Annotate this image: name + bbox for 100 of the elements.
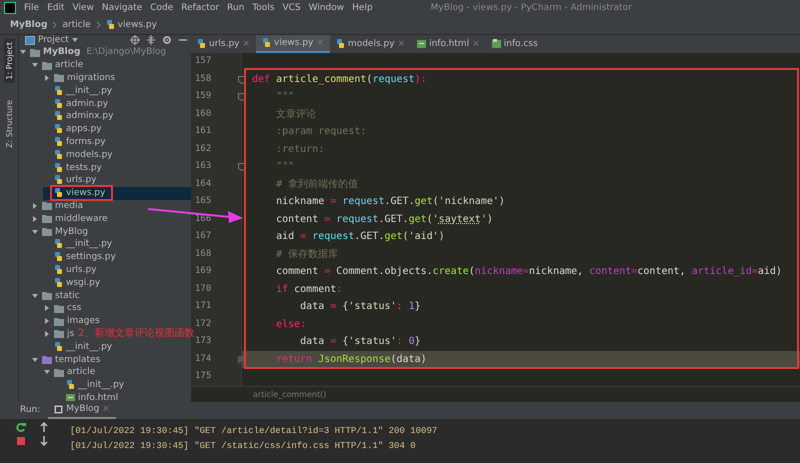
code-line: aid = request.GET.get('aid') — [275, 230, 446, 244]
up-arrow-icon — [40, 422, 48, 432]
editor-tab[interactable]: urls.py × — [191, 35, 256, 53]
tree-item[interactable]: __init__.py — [43, 84, 112, 98]
menu-item[interactable]: VCS — [282, 2, 301, 12]
tree-item[interactable]: __init__.py — [43, 340, 112, 354]
tree-item[interactable]: article — [31, 58, 84, 72]
python-file-icon — [54, 278, 63, 288]
tree-item[interactable]: tests.py — [43, 161, 102, 174]
python-file-icon — [54, 136, 63, 147]
tree-item[interactable]: article — [43, 366, 96, 379]
code-breadcrumb[interactable]: article_comment() — [191, 386, 800, 402]
menu-item[interactable]: Code — [150, 2, 174, 12]
css-file-icon — [492, 39, 501, 49]
menu-item[interactable]: Edit — [47, 2, 64, 12]
tree-item[interactable]: admin.py — [43, 97, 108, 110]
python-file-icon — [106, 20, 115, 30]
code-line: # 拿到前端传的值 — [275, 178, 360, 192]
python-file-icon — [336, 39, 345, 49]
python-file-icon — [54, 162, 63, 173]
target-icon — [130, 35, 140, 45]
menu-item[interactable]: Help — [352, 2, 373, 12]
annotation-text: 2、新增文章评论视图函数 — [78, 328, 194, 340]
code-line: else: — [275, 318, 308, 332]
line-number: 170 — [195, 284, 212, 294]
log-line: [01/Jul/2022 19:30:45] "GET /article/detail?id=3 HTTP/1.1" 200 10097 — [70, 425, 438, 438]
line-number: 158 — [195, 74, 212, 84]
code-line: data = {'status': 0} — [299, 335, 422, 349]
menu-item[interactable]: Tools — [252, 2, 274, 12]
python-file-icon — [66, 380, 75, 390]
code-line: content = request.GET.get('saytext') — [275, 212, 494, 226]
python-file-icon — [54, 150, 63, 160]
python-file-icon — [54, 239, 63, 250]
caret-icon — [72, 38, 78, 42]
stop-icon — [16, 436, 26, 446]
editor-tab[interactable]: info.css — [486, 35, 544, 53]
tree-item[interactable]: js — [43, 328, 74, 340]
code-line: comment = Comment.objects.create(nickname=nickname, content=content, article_id=aid) — [275, 265, 783, 279]
line-number: 162 — [195, 144, 212, 154]
tree-item[interactable]: urls.py — [43, 264, 96, 276]
python-file-icon — [54, 124, 63, 134]
menu-item[interactable]: Window — [308, 2, 344, 12]
tree-item[interactable]: middleware — [31, 212, 108, 226]
editor-tab[interactable]: info.html × — [411, 35, 486, 53]
code-line: 文章评论 — [275, 108, 318, 122]
tree-item[interactable]: media — [31, 200, 84, 212]
line-number: 169 — [195, 266, 212, 276]
line-number: 167 — [195, 231, 212, 241]
code-line: def article_comment(request): — [252, 72, 428, 86]
python-file-icon — [54, 342, 63, 352]
tree-item[interactable]: MyBlog — [31, 225, 88, 238]
log-line: [01/Jul/2022 19:30:45] "GET /static/css/info.css HTTP/1.1" 304 0 — [70, 440, 417, 453]
tree-item[interactable]: apps.py — [43, 122, 102, 136]
rerun-icon — [16, 422, 26, 432]
tree-item[interactable]: templates — [31, 353, 100, 366]
tree-item[interactable]: info.html — [55, 392, 118, 401]
code-line: if comment: — [275, 282, 344, 296]
code-line: data = {'status': 1} — [299, 300, 422, 314]
python-file-icon — [54, 111, 63, 122]
down-arrow-icon — [40, 436, 48, 446]
breadcrumb-item[interactable]: MyBlog — [10, 20, 48, 30]
tree-item[interactable]: views.py — [43, 186, 191, 200]
tree-item[interactable]: forms.py — [43, 136, 106, 148]
tool-window-tab[interactable]: 1: Project — [4, 39, 14, 83]
line-number: 165 — [195, 196, 212, 206]
settings-icon — [162, 35, 172, 45]
tree-item[interactable]: wsgi.py — [43, 276, 100, 290]
menu-item[interactable]: Refactor — [181, 2, 220, 12]
tree-item[interactable]: urls.py — [43, 174, 96, 187]
panel-title[interactable]: Project — [38, 35, 69, 45]
chevron-icon — [96, 20, 101, 28]
python-file-icon — [54, 252, 63, 262]
editor-tab[interactable]: views.py × — [256, 35, 330, 53]
menu-item[interactable]: Navigate — [102, 2, 142, 12]
editor-tab[interactable]: models.py × — [330, 35, 412, 53]
tree-item[interactable]: __init__.py — [43, 238, 112, 251]
menu-item[interactable]: File — [24, 2, 40, 12]
line-number: 174 — [195, 354, 212, 364]
code-line: # 保存数据库 — [275, 248, 340, 262]
run-label: Run: — [20, 405, 40, 415]
line-number: 159 — [195, 91, 212, 101]
menu-item[interactable]: View — [72, 2, 94, 12]
tree-item[interactable]: MyBlog E:\Django\MyBlog — [19, 46, 166, 59]
breadcrumb-item[interactable]: article — [62, 20, 91, 30]
tree-item[interactable]: __init__.py — [55, 378, 124, 392]
breadcrumb-item[interactable]: views.py — [118, 20, 157, 30]
python-file-icon — [54, 98, 63, 109]
tree-item[interactable]: migrations — [43, 72, 116, 84]
tree-item[interactable]: static — [31, 289, 80, 302]
tree-item[interactable]: css — [43, 302, 82, 315]
tree-item[interactable]: models.py — [43, 148, 113, 162]
fold-marker-icon — [238, 163, 246, 171]
line-number: 160 — [195, 108, 212, 118]
tree-item[interactable]: settings.py — [43, 250, 116, 264]
console-icon — [54, 404, 64, 414]
chevron-icon — [52, 20, 58, 28]
tool-window-tab[interactable]: Z: Structure — [4, 96, 14, 151]
menu-item[interactable]: Run — [227, 2, 244, 12]
tree-item[interactable]: adminx.py — [43, 110, 114, 123]
tree-item[interactable]: images — [43, 314, 100, 328]
